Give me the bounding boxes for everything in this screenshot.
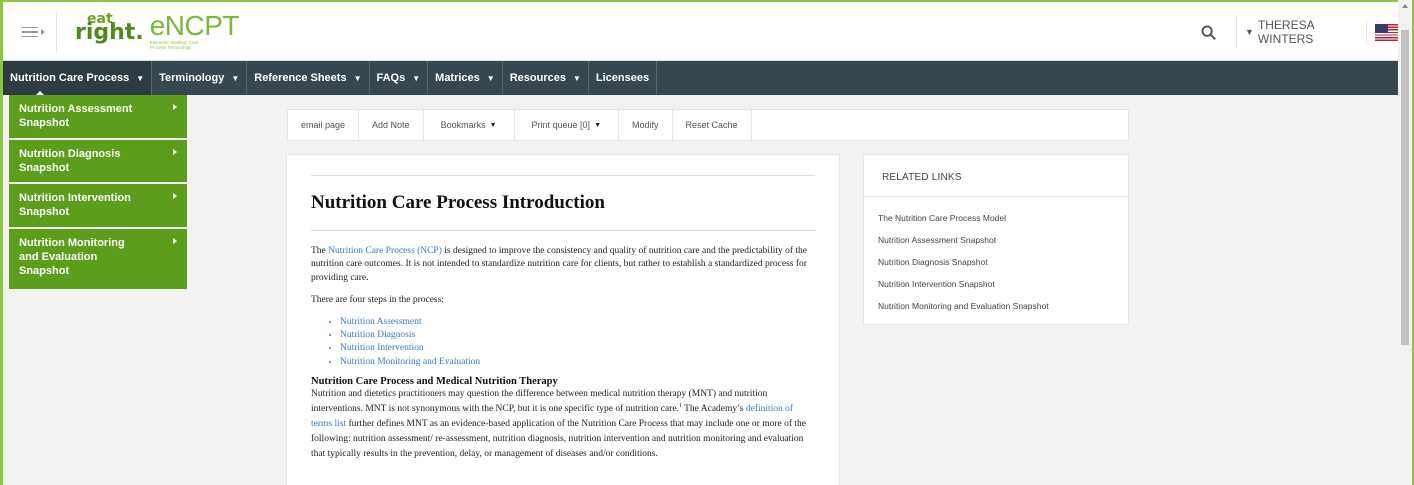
nav-faqs[interactable]: FAQs ▼ (370, 61, 429, 95)
nav-resources[interactable]: Resources ▼ (503, 61, 589, 95)
nav-licensees[interactable]: Licensees (589, 61, 658, 95)
menu-item-assessment-snapshot[interactable]: Nutrition Assessment Snapshot (9, 95, 187, 140)
nav-matrices[interactable]: Matrices ▼ (428, 61, 503, 95)
browser-frame: eat right. eNCPT Electronic Nutrition Ca… (0, 0, 1414, 485)
menu-icon (22, 24, 45, 41)
caret-right-icon (173, 104, 177, 110)
step-link-monitoring[interactable]: Nutrition Monitoring and Evaluation (340, 357, 480, 367)
step-link-intervention[interactable]: Nutrition Intervention (340, 343, 424, 353)
menu-item-intervention-snapshot[interactable]: Nutrition Intervention Snapshot (9, 184, 187, 229)
article-content: Nutrition Care Process Introduction The … (286, 154, 840, 485)
related-links-panel: RELATED LINKS The Nutrition Care Process… (863, 154, 1129, 325)
intro-paragraph: The Nutrition Care Process (NCP) is desi… (311, 246, 808, 283)
nav-terminology[interactable]: Terminology ▼ (152, 61, 248, 95)
list-item: Nutrition Monitoring and Evaluation (340, 356, 815, 369)
user-menu[interactable]: ▼ THERESA WINTERS (1245, 18, 1401, 46)
page-toolbar: email page Add Note Bookmarks ▼ Print que… (287, 109, 1129, 141)
caret-down-icon: ▼ (353, 73, 362, 83)
bookmarks-dropdown[interactable]: Bookmarks ▼ (424, 110, 515, 140)
mnt-paragraph: Nutrition and dietetics practitioners ma… (311, 388, 807, 459)
user-name: THERESA WINTERS (1257, 18, 1314, 46)
page-scrollbar[interactable] (1398, 0, 1412, 485)
caret-right-icon (173, 237, 177, 244)
divider (311, 230, 815, 231)
related-link[interactable]: Nutrition Intervention Snapshot (878, 273, 1114, 295)
list-item: Nutrition Intervention (340, 342, 815, 355)
reset-cache-button[interactable]: Reset Cache (673, 110, 752, 140)
add-note-button[interactable]: Add Note (359, 110, 424, 140)
nav-nutrition-care-process[interactable]: Nutrition Care Process ▼ (3, 61, 153, 96)
caret-down-icon: ▼ (489, 121, 497, 129)
modify-button[interactable]: Modify (619, 110, 673, 140)
page-title: Nutrition Care Process Introduction (311, 192, 605, 213)
divider (311, 175, 815, 176)
related-link[interactable]: Nutrition Monitoring and Evaluation Snap… (878, 295, 1114, 317)
related-link[interactable]: The Nutrition Care Process Model (878, 207, 1114, 229)
site-header: eat right. eNCPT Electronic Nutrition Ca… (3, 2, 1401, 61)
nav-reference-sheets[interactable]: Reference Sheets ▼ (247, 61, 370, 95)
list-item: Nutrition Diagnosis (340, 329, 815, 342)
caret-down-icon: ▼ (572, 73, 581, 83)
caret-down-icon: ▼ (594, 121, 601, 129)
encpt-brand: eNCPT Electronic Nutrition Care Process … (149, 10, 240, 50)
ncp-link[interactable]: Nutrition Care Process (NCP) (328, 246, 442, 256)
list-item: Nutrition Assessment (340, 316, 815, 329)
caret-down-icon: ▼ (412, 73, 421, 83)
caret-right-icon (173, 193, 177, 200)
caret-down-icon: ▼ (136, 73, 145, 83)
menu-item-diagnosis-snapshot[interactable]: Nutrition Diagnosis Snapshot (9, 140, 187, 185)
steps-intro: There are four steps in the process: (311, 294, 444, 305)
site-logo[interactable]: eat right. eNCPT Electronic Nutrition Ca… (75, 12, 239, 52)
search-icon (1201, 24, 1216, 40)
related-link[interactable]: Nutrition Diagnosis Snapshot (878, 251, 1114, 273)
related-links-heading: RELATED LINKS (864, 155, 1128, 197)
scroll-up-icon[interactable] (1402, 4, 1408, 8)
ncp-dropdown-menu: Nutrition Assessment Snapshot Nutrition … (9, 95, 187, 289)
caret-down-icon: ▼ (231, 73, 240, 83)
section-heading: Nutrition Care Process and Medical Nutri… (311, 375, 558, 387)
step-link-diagnosis[interactable]: Nutrition Diagnosis (340, 330, 415, 340)
step-link-assessment[interactable]: Nutrition Assessment (340, 317, 422, 327)
related-link[interactable]: Nutrition Assessment Snapshot (878, 229, 1114, 251)
main-nav: Nutrition Care Process ▼ Terminology ▼ Ref… (3, 61, 1401, 96)
steps-list: Nutrition Assessment Nutrition Diagnosis… (340, 316, 815, 368)
menu-item-monitoring-snapshot[interactable]: Nutrition Monitoring and Evaluation Snap… (9, 229, 187, 289)
caret-right-icon (173, 148, 177, 155)
search-button[interactable] (1181, 16, 1237, 48)
email-page-button[interactable]: email page (288, 110, 360, 140)
scrollbar-thumb[interactable] (1401, 30, 1409, 345)
menu-toggle-button[interactable] (11, 12, 57, 52)
eatright-logo: eat right. (75, 11, 144, 45)
chevron-down-icon: ▼ (1245, 27, 1254, 37)
related-links-list: The Nutrition Care Process Model Nutriti… (864, 197, 1128, 317)
print-queue-dropdown[interactable]: Print queue [0] ▼ (515, 110, 619, 140)
caret-down-icon: ▼ (486, 73, 495, 83)
